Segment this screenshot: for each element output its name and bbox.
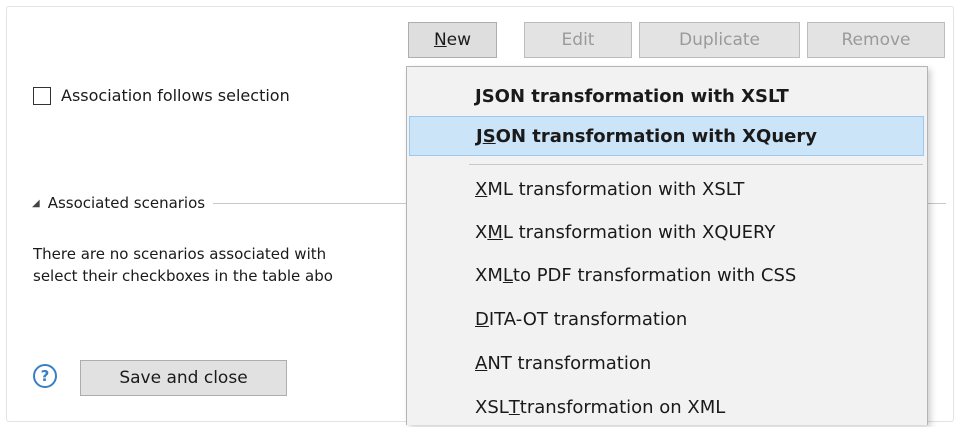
menu-text: J [476, 125, 483, 147]
menu-item-xml-pdf-css[interactable]: XM L to PDF transformation with CSS [409, 255, 924, 295]
no-scenarios-message: There are no scenarios associated with s… [33, 243, 413, 287]
menu-item-dita-ot[interactable]: D ITA-OT transformation [409, 299, 924, 339]
menu-separator [469, 164, 923, 165]
menu-text: to PDF transformation with CSS [512, 264, 797, 286]
menu-mnemonic: T [508, 396, 520, 418]
remove-button[interactable]: Remove [807, 22, 945, 58]
menu-text: ITA-OT transformation [488, 308, 688, 330]
menu-mnemonic: A [475, 352, 488, 374]
new-button[interactable]: New [408, 22, 497, 58]
collapse-triangle-icon[interactable]: ◢ [32, 198, 40, 209]
menu-mnemonic: S [482, 125, 496, 147]
menu-mnemonic: D [475, 308, 489, 330]
message-line-2: select their checkboxes in the table abo [33, 267, 333, 285]
menu-text: SON transformation with XSLT [481, 85, 789, 107]
help-icon[interactable]: ? [33, 364, 57, 388]
save-and-close-button[interactable]: Save and close [80, 360, 287, 396]
menu-text: XM [475, 264, 503, 286]
menu-text: transformation on XML [519, 396, 726, 418]
menu-item-ant[interactable]: A NT transformation [409, 343, 924, 383]
menu-text: XSL [475, 396, 509, 418]
menu-item-xslt-on-xml[interactable]: XSL T transformation on XML [409, 387, 924, 427]
duplicate-button[interactable]: Duplicate [639, 22, 800, 58]
edit-button[interactable]: Edit [524, 22, 632, 58]
menu-text: ON transformation with XQuery [495, 125, 817, 147]
menu-item-json-xslt[interactable]: J SON transformation with XSLT [409, 76, 924, 116]
menu-item-xml-xquery[interactable]: XML transformation with XQUERY [409, 212, 924, 252]
association-checkbox[interactable] [33, 86, 51, 105]
new-label-post: ew [446, 30, 472, 50]
menu-text: ML transformation with XSLT [487, 178, 745, 200]
new-label-mnemonic: N [433, 30, 447, 50]
message-line-1: There are no scenarios associated with [33, 245, 327, 263]
menu-mnemonic: X [475, 178, 488, 200]
new-scenario-dropdown-menu: J SON transformation with XSLT J S ON trans… [406, 66, 928, 425]
menu-mnemonic: J [475, 85, 482, 107]
menu-text: NT transformation [487, 352, 652, 374]
associated-scenarios-header: Associated scenarios [47, 194, 206, 212]
menu-text: L transformation with XQUERY [502, 221, 776, 243]
menu-item-json-xquery[interactable]: J S ON transformation with XQuery [409, 116, 924, 156]
association-follows-selection[interactable]: Association follows selection [33, 86, 290, 105]
menu-text: X [475, 221, 488, 243]
menu-mnemonic: L [502, 264, 513, 286]
association-checkbox-label: Association follows selection [61, 86, 290, 105]
menu-mnemonic: M [487, 221, 503, 243]
menu-item-xml-xslt[interactable]: X ML transformation with XSLT [409, 169, 924, 209]
